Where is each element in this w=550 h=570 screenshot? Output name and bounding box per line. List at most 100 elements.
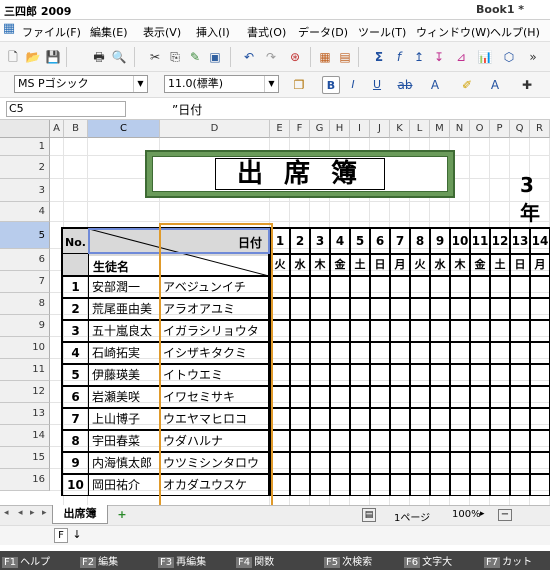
fkey-f1[interactable]: F1 ヘルプ	[2, 553, 50, 568]
spreadsheet-grid[interactable]: ABCDEFGHIJKLMNOPQR 1 2 3 4 5 6 7 8 9 10 11 12 13 14 15…	[0, 120, 550, 505]
name-box[interactable]: C5	[6, 101, 126, 117]
zoom-level[interactable]: 100%	[452, 509, 481, 520]
paste-special-icon[interactable]: ▣	[206, 48, 224, 66]
menu-window[interactable]: ウィンドウ(W)	[416, 24, 490, 40]
column-header[interactable]: G	[310, 120, 330, 138]
row-header[interactable]: 4	[0, 202, 50, 222]
row-header[interactable]: 7	[0, 271, 50, 293]
font-grow-icon[interactable]: A	[486, 76, 504, 94]
italic-icon[interactable]: I	[344, 76, 362, 94]
draw-icon[interactable]: ⬡	[500, 48, 518, 66]
page-layout-icon[interactable]: ▤	[362, 508, 376, 522]
column-header[interactable]: P	[490, 120, 510, 138]
row-header[interactable]: 14	[0, 425, 50, 447]
menu-help[interactable]: ヘルプ(H)	[490, 24, 540, 40]
app-icon[interactable]: ▦	[2, 22, 16, 36]
font-color-icon[interactable]: A	[426, 76, 444, 94]
column-header[interactable]: F	[290, 120, 310, 138]
tab-nav-first-icon[interactable]: ◂	[4, 508, 9, 518]
menu-edit[interactable]: 編集(E)	[90, 24, 128, 40]
filter-icon[interactable]: ⊿	[452, 48, 470, 66]
sort-ascending-icon[interactable]: ↥	[410, 48, 428, 66]
chart-icon[interactable]: 📊	[476, 48, 494, 66]
row-header[interactable]: 10	[0, 337, 50, 359]
menu-insert[interactable]: 挿入(I)	[196, 24, 230, 40]
formula-input[interactable]: ”日付	[172, 101, 202, 118]
fill-color-icon[interactable]: ✐	[458, 76, 476, 94]
row-header[interactable]: 8	[0, 293, 50, 315]
fkey-f6[interactable]: F6 文字大	[404, 553, 452, 568]
size-selector[interactable]: 11.0(標準) ▼	[164, 75, 279, 93]
function-icon[interactable]: f	[390, 48, 408, 66]
more-icon[interactable]: »	[524, 48, 542, 66]
row-header[interactable]: 9	[0, 315, 50, 337]
insert-link-icon[interactable]: ⊛	[286, 48, 304, 66]
sort-descending-icon[interactable]: ↧	[430, 48, 448, 66]
column-header[interactable]: A	[50, 120, 64, 138]
more-format-icon[interactable]: ✚	[518, 76, 536, 94]
column-header[interactable]: R	[530, 120, 550, 138]
column-header[interactable]: O	[470, 120, 490, 138]
menu-file[interactable]: ファイル(F)	[22, 24, 81, 40]
undo-icon[interactable]: ↶	[240, 48, 258, 66]
row-header[interactable]: 16	[0, 469, 50, 491]
column-header[interactable]: N	[450, 120, 470, 138]
row-header[interactable]: 1	[0, 138, 50, 156]
column-header[interactable]: B	[64, 120, 88, 138]
menu-tools[interactable]: ツール(T)	[358, 24, 406, 40]
menu-data[interactable]: データ(D)	[298, 24, 348, 40]
fkey-f3[interactable]: F3 再編集	[158, 553, 206, 568]
student-no: 1	[61, 276, 89, 298]
add-sheet-button[interactable]: +	[112, 507, 132, 523]
print-icon[interactable]: 🖶	[90, 48, 108, 66]
strikethrough-icon[interactable]: ab	[396, 76, 414, 94]
table-icon[interactable]: ▤	[336, 48, 354, 66]
menu-view[interactable]: 表示(V)	[143, 24, 181, 40]
row-header[interactable]: 3	[0, 179, 50, 202]
new-icon[interactable]: 🗋	[4, 48, 22, 66]
zoom-dropdown-icon[interactable]: ▸	[480, 509, 485, 519]
row-header[interactable]: 13	[0, 403, 50, 425]
tab-sheet[interactable]: 出席簿	[52, 505, 108, 524]
row-header[interactable]: 2	[0, 156, 50, 179]
row-header[interactable]: 5	[0, 222, 50, 249]
cut-icon[interactable]: ✂	[146, 48, 164, 66]
row-header[interactable]: 11	[0, 359, 50, 381]
column-header[interactable]: K	[390, 120, 410, 138]
tab-nav-last-icon[interactable]: ▸	[42, 508, 47, 518]
column-header[interactable]: I	[350, 120, 370, 138]
column-header[interactable]: Q	[510, 120, 530, 138]
copy-icon[interactable]: ⎘	[166, 48, 184, 66]
fkey-f4[interactable]: F4 関数	[236, 553, 274, 568]
column-header[interactable]: L	[410, 120, 430, 138]
tab-nav-prev-icon[interactable]: ◂	[18, 508, 23, 518]
row-header[interactable]: 6	[0, 249, 50, 271]
fkey-f7[interactable]: F7 カット	[484, 553, 532, 568]
column-header[interactable]: E	[270, 120, 290, 138]
column-header[interactable]: J	[370, 120, 390, 138]
bold-icon[interactable]: B	[322, 76, 340, 94]
print-preview-icon[interactable]: 🔍	[110, 48, 128, 66]
redo-icon[interactable]: ↷	[262, 48, 280, 66]
attendance-cell	[450, 320, 470, 342]
open-icon[interactable]: 📂	[24, 48, 42, 66]
zoom-out-button[interactable]: −	[498, 509, 512, 521]
column-header[interactable]: M	[430, 120, 450, 138]
select-all-corner[interactable]	[0, 120, 50, 138]
row-header[interactable]: 12	[0, 381, 50, 403]
menu-format[interactable]: 書式(O)	[247, 24, 286, 40]
row-header[interactable]: 15	[0, 447, 50, 469]
format-painter-icon[interactable]: ✎	[186, 48, 204, 66]
column-header[interactable]: D	[160, 120, 270, 138]
column-header[interactable]: H	[330, 120, 350, 138]
style-icon[interactable]: ❐	[290, 76, 308, 94]
autosum-icon[interactable]: Σ	[370, 48, 388, 66]
fkey-f5[interactable]: F5 次検索	[324, 553, 372, 568]
underline-icon[interactable]: U	[368, 76, 386, 94]
column-header[interactable]: C	[88, 120, 160, 138]
tab-nav-next-icon[interactable]: ▸	[30, 508, 35, 518]
font-selector[interactable]: MS Pゴシック ▼	[14, 75, 148, 93]
grid-icon[interactable]: ▦	[316, 48, 334, 66]
fkey-f2[interactable]: F2 編集	[80, 553, 118, 568]
save-icon[interactable]: 💾	[44, 48, 62, 66]
